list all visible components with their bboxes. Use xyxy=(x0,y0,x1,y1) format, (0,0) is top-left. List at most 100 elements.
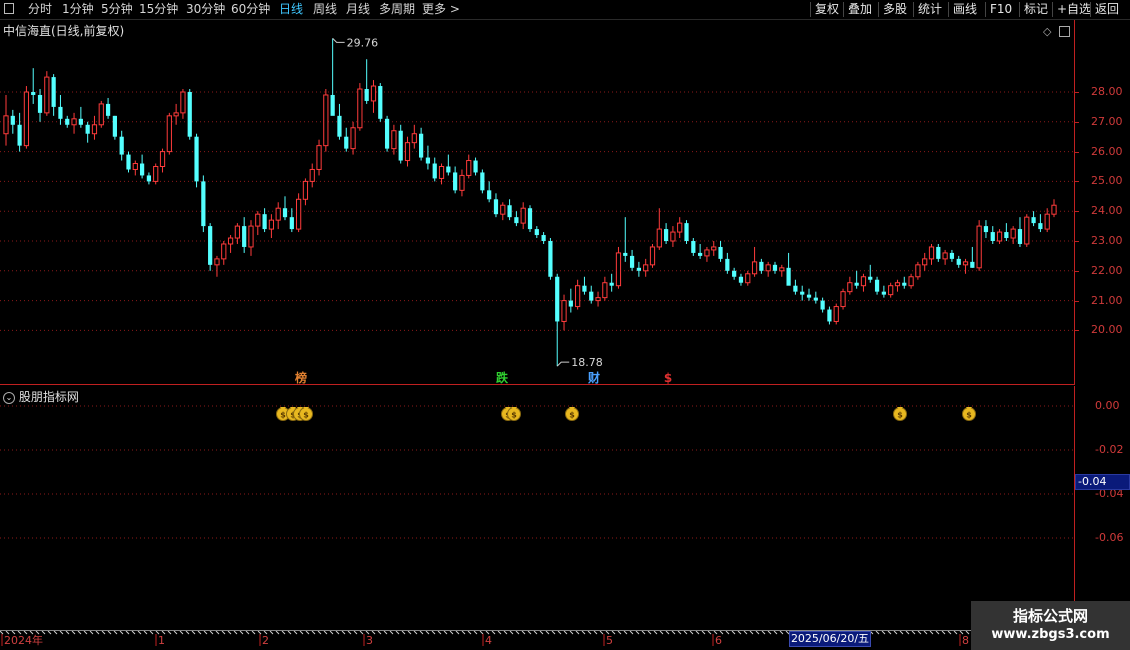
candle-body-down xyxy=(337,115,342,137)
candle-body-down xyxy=(105,103,111,116)
axis-stripe xyxy=(893,630,898,635)
axis-stripe xyxy=(515,630,520,635)
window-icon[interactable] xyxy=(4,3,14,14)
indicator-axis: 0.00 -0.02 -0.04 -0.06 xyxy=(1075,386,1130,630)
candle-body-up xyxy=(296,198,302,230)
candle-body-up xyxy=(411,133,417,144)
axis-stripe xyxy=(593,630,598,635)
indicator-panel[interactable]: ⌄ 股朋指标网 $$$$$$$$$ xyxy=(0,386,1075,630)
candle-body-up xyxy=(23,91,30,147)
axis-stripe xyxy=(665,630,670,635)
axis-stripe xyxy=(257,630,262,635)
axis-stripe xyxy=(461,630,466,635)
period-tab-3[interactable]: 15分钟 xyxy=(139,2,178,17)
period-tab-4[interactable]: 30分钟 xyxy=(186,2,225,17)
axis-stripe xyxy=(491,630,496,635)
candle-body-down xyxy=(663,229,669,241)
candle-body-down xyxy=(636,267,641,271)
candle-body-up xyxy=(643,264,649,272)
candle-body-down xyxy=(990,232,995,241)
candle-body-down xyxy=(738,276,744,283)
split-view-icon[interactable] xyxy=(1059,26,1071,37)
period-tab-1[interactable]: 1分钟 xyxy=(62,2,94,17)
axis-stripe xyxy=(917,630,922,635)
toolbar-button-2[interactable]: 多股 xyxy=(883,2,907,17)
money-bag-icon: $ xyxy=(893,407,907,421)
toolbar-button-0[interactable]: 复权 xyxy=(815,2,839,17)
candle-body-down xyxy=(854,282,859,286)
period-tab-2[interactable]: 5分钟 xyxy=(101,2,133,17)
price-chart-panel[interactable]: 中信海直(日线,前复权) 29.76 18.78 榜跌财 $ ◇ xyxy=(0,20,1075,385)
candle-body-up xyxy=(323,94,329,147)
candle-body-down xyxy=(772,264,778,271)
price-axis-label: 27.00 xyxy=(1091,114,1123,128)
axis-stripe xyxy=(77,630,82,635)
toolbar-button-1[interactable]: 叠加 xyxy=(848,2,872,17)
date-axis-label: 3 xyxy=(366,634,373,647)
candle-body-down xyxy=(949,252,955,259)
toolbar-button-6[interactable]: 标记 xyxy=(1024,2,1048,17)
candle-body-down xyxy=(936,246,941,259)
candle-body-up xyxy=(1024,216,1030,245)
date-axis-label: 5 xyxy=(606,634,613,647)
period-toolbar: 分时 1分钟 5分钟 15分钟 30分钟 60分钟 日线 周线 月线 多周期 更多 > 复权 叠加 多股… xyxy=(0,0,1130,20)
diamond-icon[interactable]: ◇ xyxy=(1043,25,1051,38)
toolbar-button-5[interactable]: F10 xyxy=(990,2,1012,17)
axis-stripe xyxy=(737,630,742,635)
candle-body-down xyxy=(813,297,818,301)
axis-stripe xyxy=(389,630,394,635)
indicator-axis-label: 0.00 xyxy=(1095,399,1120,412)
period-tab-5[interactable]: 60分钟 xyxy=(231,2,270,17)
candle-body-up xyxy=(711,246,717,251)
price-axis-tick xyxy=(1075,330,1079,332)
candle-body-down xyxy=(629,255,635,268)
candle-body-down xyxy=(398,130,403,161)
candle-body-down xyxy=(759,261,764,271)
axis-stripe xyxy=(635,630,640,635)
candle-body-down xyxy=(725,258,730,271)
candle-body-up xyxy=(214,258,220,266)
candle-body-down xyxy=(1004,232,1009,239)
axis-stripe xyxy=(449,630,454,635)
period-tab-10[interactable]: 更多 > xyxy=(422,2,460,17)
high-pointer xyxy=(332,38,345,43)
candle-body-down xyxy=(534,229,539,236)
money-bag-glyph: $ xyxy=(966,411,972,420)
axis-stripe xyxy=(353,630,358,635)
candle-body-down xyxy=(262,214,267,230)
period-tab-8[interactable]: 月线 xyxy=(346,2,370,17)
toolbar-button-7[interactable]: +自选 xyxy=(1057,2,1091,17)
axis-stripe xyxy=(89,630,94,635)
toolbar-button-8[interactable]: 返回 xyxy=(1095,2,1119,17)
indicator-axis-label: -0.06 xyxy=(1095,531,1124,544)
candle-body-up xyxy=(847,282,853,293)
candlestick-chart[interactable]: 29.76 18.78 榜 跌 财 $ xyxy=(0,20,1075,385)
toolbar-button-3[interactable]: 统计 xyxy=(918,2,942,17)
candle-body-up xyxy=(44,76,50,114)
candle-body-up xyxy=(894,282,901,287)
candle-body-down xyxy=(983,226,989,233)
toolbar-button-4[interactable]: 画线 xyxy=(953,2,977,17)
candle-body-down xyxy=(37,94,43,113)
candle-body-down xyxy=(514,217,519,224)
axis-stripe xyxy=(551,630,556,635)
axis-stripe xyxy=(509,630,514,635)
period-tab-7[interactable]: 周线 xyxy=(313,2,337,17)
toolbar-separator xyxy=(1019,2,1020,17)
axis-stripe xyxy=(455,630,460,635)
candle-body-up xyxy=(91,124,98,135)
candle-body-down xyxy=(208,226,213,265)
candle-body-up xyxy=(922,258,928,266)
candle-body-up xyxy=(908,276,914,287)
axis-stripe xyxy=(527,630,532,635)
axis-stripe xyxy=(761,630,766,635)
axis-stripe xyxy=(245,630,250,635)
axis-stripe xyxy=(671,630,676,635)
candle-body-up xyxy=(370,85,377,102)
period-tab-9[interactable]: 多周期 xyxy=(379,2,415,17)
period-tab-6[interactable]: 日线 xyxy=(279,2,303,17)
period-tab-0[interactable]: 分时 xyxy=(28,2,52,17)
candle-body-up xyxy=(302,180,309,200)
money-bag-glyph: $ xyxy=(280,411,286,420)
axis-stripe xyxy=(503,630,508,635)
